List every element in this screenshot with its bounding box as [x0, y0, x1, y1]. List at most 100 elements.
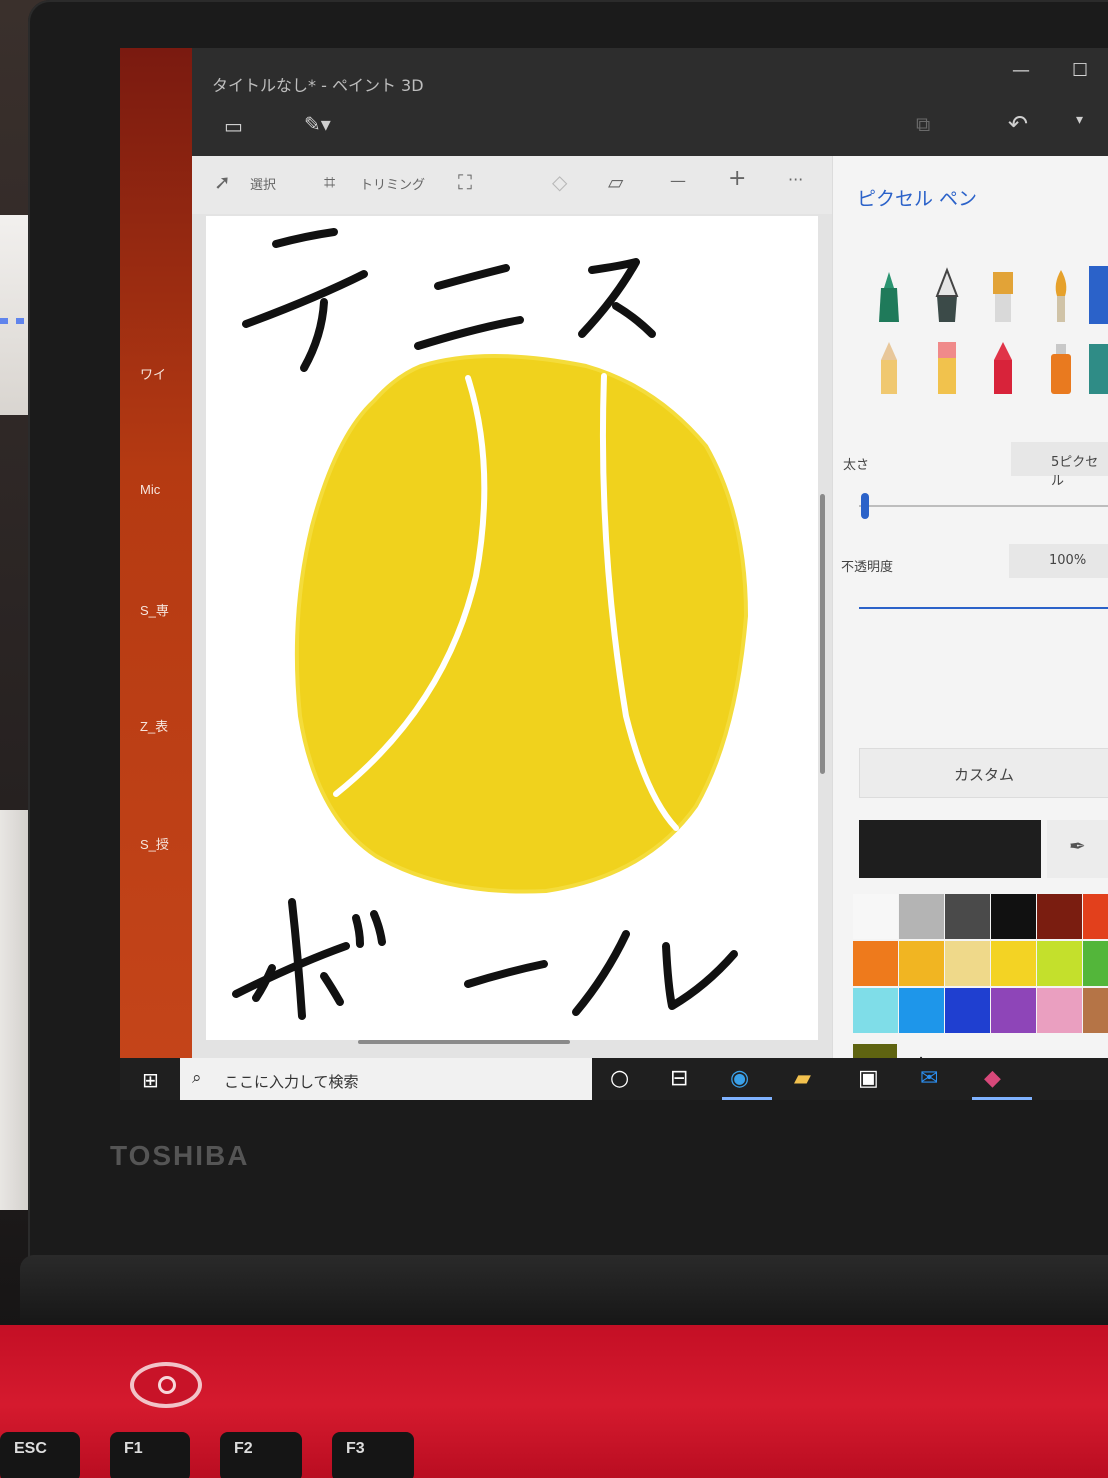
- f3-key[interactable]: F3: [332, 1432, 414, 1478]
- active-indicator: [722, 1097, 772, 1100]
- paint-3d-window: タイトルなし* - ペイント 3D — ☐ ▭ ✎▾ ⧉ ↶ ▾ ➚ 選択 ⌗ …: [192, 48, 1108, 1088]
- eyedropper-icon[interactable]: ✒: [1047, 820, 1108, 878]
- zoom-out-button[interactable]: —: [670, 171, 686, 190]
- palette-swatch[interactable]: [1083, 941, 1108, 986]
- stroke-ru: [662, 942, 738, 1010]
- palette-swatch[interactable]: [945, 894, 990, 939]
- spray-can-icon[interactable]: [1041, 338, 1081, 396]
- mail-icon[interactable]: ✉: [920, 1066, 938, 1091]
- menu-icon[interactable]: ▭: [224, 114, 243, 138]
- palette-swatch[interactable]: [899, 988, 944, 1033]
- stroke-te: [272, 228, 338, 248]
- laptop-brand: TOSHIBA: [110, 1140, 250, 1171]
- flag-icon[interactable]: ▱: [608, 170, 623, 194]
- palette-swatch[interactable]: [1037, 988, 1082, 1033]
- desktop-icon-label[interactable]: S_授: [140, 834, 169, 853]
- eraser-icon[interactable]: [927, 338, 967, 396]
- windows-start-icon[interactable]: ⊞: [142, 1068, 159, 1092]
- palette-swatch[interactable]: [1083, 894, 1108, 939]
- zoom-in-button[interactable]: +: [728, 166, 746, 191]
- color-mode-dropdown[interactable]: カスタム ⌄: [859, 748, 1108, 798]
- power-button[interactable]: [130, 1362, 202, 1408]
- laptop-hinge: [20, 1255, 1108, 1335]
- palette-swatch[interactable]: [991, 894, 1036, 939]
- palette-swatch[interactable]: [991, 941, 1036, 986]
- desktop-icon-label[interactable]: Z_表: [140, 716, 168, 735]
- f2-key[interactable]: F2: [220, 1432, 302, 1478]
- stroke-su: [612, 302, 656, 338]
- stroke-te: [242, 270, 368, 328]
- palette-swatch[interactable]: [945, 941, 990, 986]
- opacity-label: 不透明度: [841, 560, 894, 575]
- drawing-canvas[interactable]: [206, 216, 818, 1040]
- marker-icon[interactable]: [869, 266, 909, 324]
- task-view-icon[interactable]: ⊟: [670, 1066, 688, 1091]
- color-mode-value: カスタム: [954, 766, 1015, 784]
- title-bar: タイトルなし* - ペイント 3D — ☐ ▭ ✎▾ ⧉ ↶ ▾: [192, 48, 1108, 156]
- power-icon: [158, 1376, 176, 1394]
- thickness-slider-thumb[interactable]: [861, 493, 869, 519]
- select-button[interactable]: 選択: [250, 174, 276, 193]
- desktop-icon-label[interactable]: Mic: [140, 482, 160, 497]
- file-explorer-icon[interactable]: ▰: [794, 1066, 811, 1091]
- edge-icon[interactable]: ◉: [730, 1066, 749, 1091]
- oil-brush-icon[interactable]: [983, 266, 1023, 324]
- stroke-bo: [352, 914, 364, 948]
- current-color-swatch[interactable]: [859, 820, 1041, 878]
- magic-select-icon[interactable]: ⛶: [458, 170, 472, 194]
- palette-swatch[interactable]: [853, 988, 898, 1033]
- stroke-ru: [572, 930, 630, 1016]
- opacity-slider[interactable]: [859, 607, 1108, 609]
- minimize-button[interactable]: —: [1012, 60, 1030, 81]
- vertical-scrollbar[interactable]: [820, 494, 825, 774]
- palette-swatch[interactable]: [991, 988, 1036, 1033]
- palette-swatch[interactable]: [1083, 988, 1108, 1033]
- window-title: タイトルなし* - ペイント 3D: [212, 76, 424, 95]
- palette-swatch[interactable]: [899, 894, 944, 939]
- undo-icon[interactable]: ↶: [1008, 110, 1028, 138]
- desktop-icon-label[interactable]: ワイ: [140, 364, 166, 383]
- taskbar: ⊞ ⌕ ここに入力して検索 ○ ⊟ ◉ ▰ ▣ ✉ ◆: [120, 1058, 1108, 1100]
- pixel-pen-icon[interactable]: [1089, 266, 1108, 324]
- maximize-button[interactable]: ☐: [1072, 60, 1088, 81]
- stroke-ni: [434, 264, 510, 290]
- taskbar-search-box[interactable]: ⌕ ここに入力して検索: [180, 1058, 592, 1100]
- cortana-icon[interactable]: ○: [610, 1066, 629, 1091]
- active-indicator: [972, 1097, 1032, 1100]
- palette-swatch[interactable]: [853, 941, 898, 986]
- history-icon[interactable]: ⧉: [916, 112, 930, 136]
- stickers-icon[interactable]: ◇: [552, 170, 567, 194]
- stroke-te: [300, 298, 328, 372]
- palette-swatch[interactable]: [899, 941, 944, 986]
- palette-swatch[interactable]: [1037, 894, 1082, 939]
- canvas-area: [192, 214, 832, 1058]
- thickness-label: 太さ: [843, 458, 870, 473]
- palette-swatch[interactable]: [853, 894, 898, 939]
- crop-icon[interactable]: ⌗: [324, 170, 335, 194]
- select-arrow-icon[interactable]: ➚: [214, 170, 231, 194]
- palette-swatch[interactable]: [945, 988, 990, 1033]
- calligraphy-pen-icon[interactable]: [927, 266, 967, 324]
- desktop-icon-label[interactable]: S_専: [140, 600, 169, 619]
- brush-tool-icon[interactable]: ✎▾: [304, 112, 331, 136]
- crop-button[interactable]: トリミング: [360, 174, 425, 193]
- tennis-ball: [294, 354, 749, 894]
- thickness-field[interactable]: 5ピクセル: [1011, 442, 1108, 489]
- more-icon[interactable]: ▾: [1076, 112, 1083, 128]
- opacity-field[interactable]: 100%: [1009, 544, 1108, 578]
- thickness-slider[interactable]: [859, 505, 1108, 507]
- f1-key[interactable]: F1: [110, 1432, 190, 1478]
- drawing-strokes: [232, 228, 749, 1020]
- watercolor-icon[interactable]: [1041, 266, 1081, 324]
- paint-3d-icon[interactable]: ◆: [984, 1066, 1001, 1091]
- fill-icon[interactable]: [1089, 344, 1108, 394]
- panel-title: ピクセル ペン: [857, 188, 978, 210]
- horizontal-scrollbar[interactable]: [358, 1040, 570, 1044]
- esc-key[interactable]: ESC: [0, 1432, 80, 1478]
- stroke-bo: [288, 898, 306, 1020]
- more-options-button[interactable]: ···: [788, 170, 803, 189]
- store-icon[interactable]: ▣: [858, 1066, 879, 1091]
- pencil-icon[interactable]: [869, 338, 909, 396]
- palette-swatch[interactable]: [1037, 941, 1082, 986]
- crayon-icon[interactable]: [983, 338, 1023, 396]
